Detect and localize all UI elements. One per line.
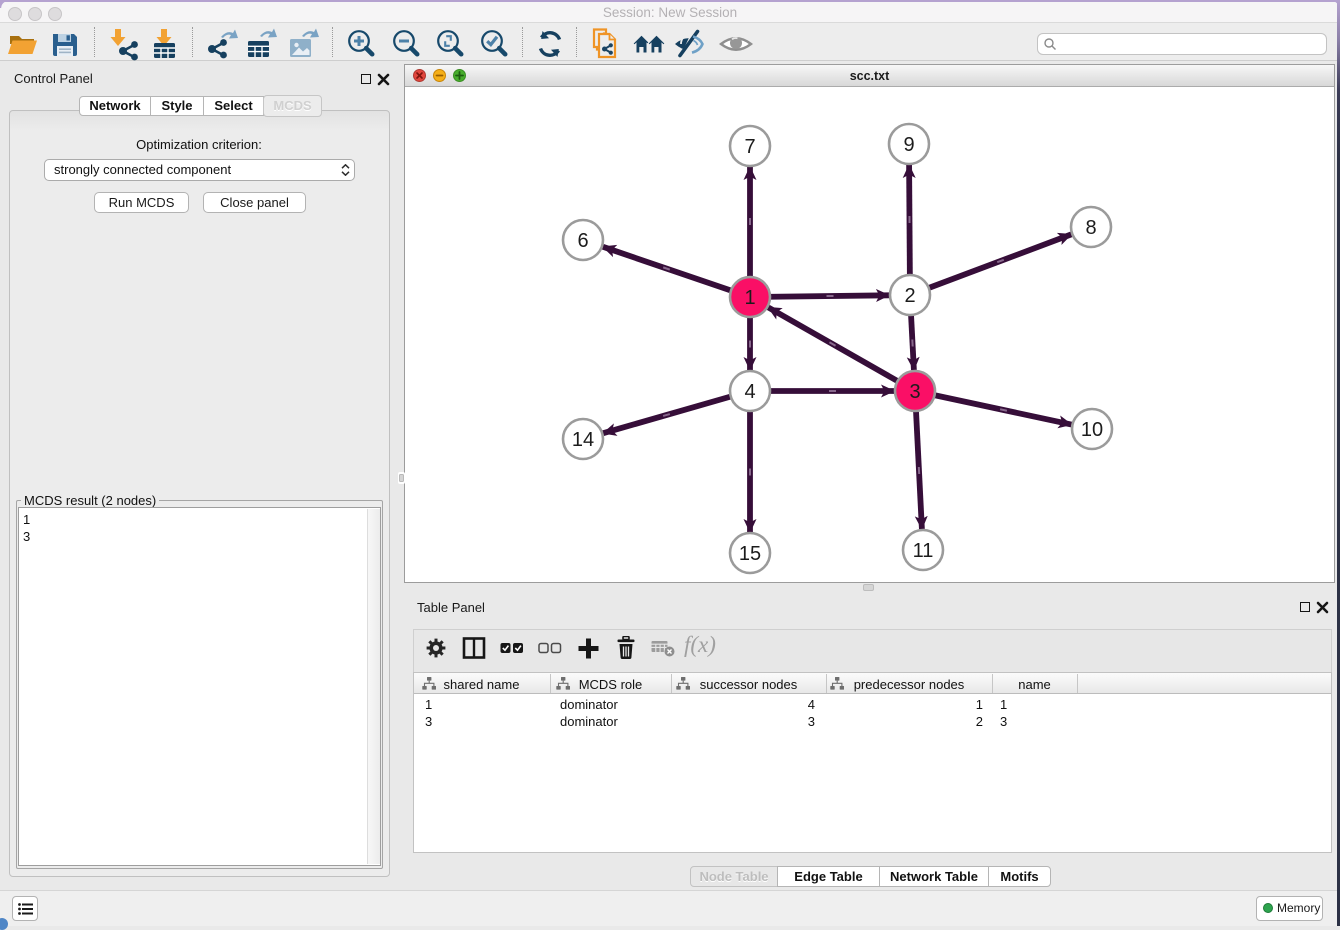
svg-text:4: 4 xyxy=(744,381,755,403)
svg-text:7: 7 xyxy=(744,136,755,158)
svg-text:2: 2 xyxy=(904,285,915,307)
svg-text:9: 9 xyxy=(903,134,914,156)
svg-text:8: 8 xyxy=(1085,217,1096,239)
svg-text:6: 6 xyxy=(577,230,588,252)
svg-text:15: 15 xyxy=(739,543,761,565)
svg-text:1: 1 xyxy=(744,287,755,309)
svg-text:10: 10 xyxy=(1081,419,1103,441)
svg-text:11: 11 xyxy=(913,540,934,562)
svg-text:14: 14 xyxy=(572,429,594,451)
svg-text:3: 3 xyxy=(909,381,920,403)
